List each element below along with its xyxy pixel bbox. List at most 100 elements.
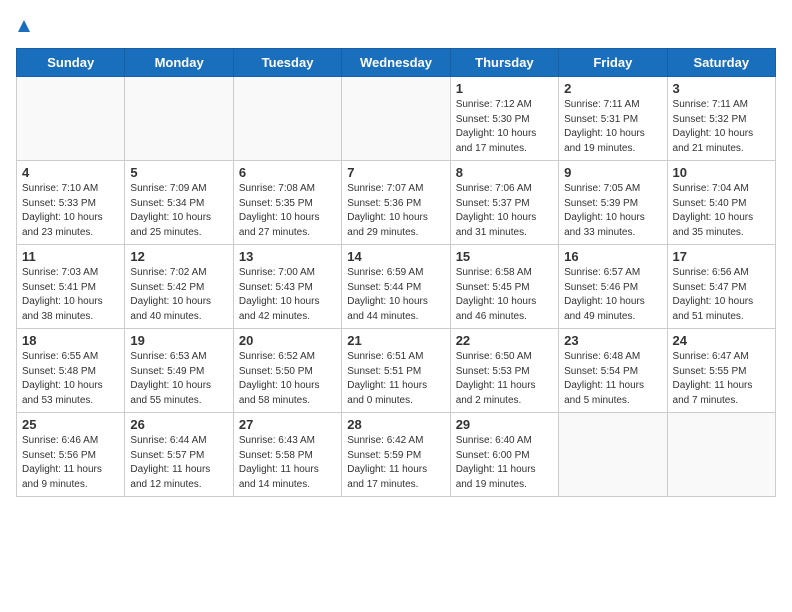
calendar-cell: 15 Sunrise: 6:58 AM Sunset: 5:45 PM Dayli… (450, 245, 558, 329)
calendar-cell: 23 Sunrise: 6:48 AM Sunset: 5:54 PM Dayli… (559, 329, 667, 413)
day-info: Sunrise: 6:48 AM Sunset: 5:54 PM Dayligh… (564, 350, 661, 408)
day-info: Sunrise: 6:56 AM Sunset: 5:47 PM Dayligh… (673, 266, 770, 324)
day-number: 7 (347, 165, 444, 180)
column-header-thursday: Thursday (450, 49, 558, 77)
day-number: 5 (130, 165, 227, 180)
calendar-cell (125, 77, 233, 161)
day-info: Sunrise: 6:40 AM Sunset: 6:00 PM Dayligh… (456, 434, 553, 492)
day-info: Sunrise: 6:52 AM Sunset: 5:50 PM Dayligh… (239, 350, 336, 408)
calendar-cell: 27Sunrise: 6:43 AM Sunset: 5:58 PM Dayli… (233, 413, 341, 497)
day-info: Sunrise: 7:10 AM Sunset: 5:33 PM Dayligh… (22, 182, 119, 240)
calendar-cell: 18 Sunrise: 6:55 AM Sunset: 5:48 PM Dayli… (17, 329, 125, 413)
logo-icon (17, 19, 31, 33)
day-number: 22 (456, 333, 553, 348)
calendar-cell: 20Sunrise: 6:52 AM Sunset: 5:50 PM Dayli… (233, 329, 341, 413)
calendar-cell: 26Sunrise: 6:44 AM Sunset: 5:57 PM Dayli… (125, 413, 233, 497)
day-number: 15 (456, 249, 553, 264)
calendar-cell: 19 Sunrise: 6:53 AM Sunset: 5:49 PM Dayli… (125, 329, 233, 413)
day-number: 9 (564, 165, 661, 180)
calendar-week-row: 18 Sunrise: 6:55 AM Sunset: 5:48 PM Dayli… (17, 329, 776, 413)
day-info: Sunrise: 6:58 AM Sunset: 5:45 PM Dayligh… (456, 266, 553, 324)
day-number: 26 (130, 417, 227, 432)
day-info: Sunrise: 6:51 AM Sunset: 5:51 PM Dayligh… (347, 350, 444, 408)
day-info: Sunrise: 6:47 AM Sunset: 5:55 PM Dayligh… (673, 350, 770, 408)
column-header-sunday: Sunday (17, 49, 125, 77)
calendar-cell: 4 Sunrise: 7:10 AM Sunset: 5:33 PM Daylig… (17, 161, 125, 245)
day-number: 1 (456, 81, 553, 96)
calendar-table: SundayMondayTuesdayWednesdayThursdayFrid… (16, 48, 776, 497)
day-info: Sunrise: 6:50 AM Sunset: 5:53 PM Dayligh… (456, 350, 553, 408)
column-header-tuesday: Tuesday (233, 49, 341, 77)
day-info: Sunrise: 6:55 AM Sunset: 5:48 PM Dayligh… (22, 350, 119, 408)
column-header-monday: Monday (125, 49, 233, 77)
day-info: Sunrise: 7:04 AM Sunset: 5:40 PM Dayligh… (673, 182, 770, 240)
calendar-week-row: 25 Sunrise: 6:46 AM Sunset: 5:56 PM Dayli… (17, 413, 776, 497)
calendar-week-row: 1 Sunrise: 7:12 AM Sunset: 5:30 PM Daylig… (17, 77, 776, 161)
day-info: Sunrise: 7:08 AM Sunset: 5:35 PM Dayligh… (239, 182, 336, 240)
day-info: Sunrise: 7:05 AM Sunset: 5:39 PM Dayligh… (564, 182, 661, 240)
day-number: 24 (673, 333, 770, 348)
day-info: Sunrise: 6:46 AM Sunset: 5:56 PM Dayligh… (22, 434, 119, 492)
calendar-cell: 2 Sunrise: 7:11 AM Sunset: 5:31 PM Daylig… (559, 77, 667, 161)
day-info: Sunrise: 7:09 AM Sunset: 5:34 PM Dayligh… (130, 182, 227, 240)
day-number: 11 (22, 249, 119, 264)
calendar-cell: 1 Sunrise: 7:12 AM Sunset: 5:30 PM Daylig… (450, 77, 558, 161)
day-info: Sunrise: 7:07 AM Sunset: 5:36 PM Dayligh… (347, 182, 444, 240)
column-header-wednesday: Wednesday (342, 49, 450, 77)
calendar-cell: 24 Sunrise: 6:47 AM Sunset: 5:55 PM Dayli… (667, 329, 775, 413)
day-number: 28 (347, 417, 444, 432)
calendar-cell: 25 Sunrise: 6:46 AM Sunset: 5:56 PM Dayli… (17, 413, 125, 497)
day-number: 21 (347, 333, 444, 348)
calendar-cell: 8 Sunrise: 7:06 AM Sunset: 5:37 PM Daylig… (450, 161, 558, 245)
day-number: 6 (239, 165, 336, 180)
calendar-cell: 7 Sunrise: 7:07 AM Sunset: 5:36 PM Daylig… (342, 161, 450, 245)
day-info: Sunrise: 6:43 AM Sunset: 5:58 PM Dayligh… (239, 434, 336, 492)
calendar-header-row: SundayMondayTuesdayWednesdayThursdayFrid… (17, 49, 776, 77)
day-number: 8 (456, 165, 553, 180)
calendar-cell: 13 Sunrise: 7:00 AM Sunset: 5:43 PM Dayli… (233, 245, 341, 329)
day-number: 10 (673, 165, 770, 180)
logo (16, 16, 31, 36)
page-header (16, 16, 776, 36)
day-number: 17 (673, 249, 770, 264)
column-header-friday: Friday (559, 49, 667, 77)
day-info: Sunrise: 6:53 AM Sunset: 5:49 PM Dayligh… (130, 350, 227, 408)
day-number: 2 (564, 81, 661, 96)
calendar-cell: 29 Sunrise: 6:40 AM Sunset: 6:00 PM Dayli… (450, 413, 558, 497)
day-info: Sunrise: 7:11 AM Sunset: 5:32 PM Dayligh… (673, 98, 770, 156)
day-number: 4 (22, 165, 119, 180)
calendar-cell: 9 Sunrise: 7:05 AM Sunset: 5:39 PM Daylig… (559, 161, 667, 245)
day-info: Sunrise: 7:06 AM Sunset: 5:37 PM Dayligh… (456, 182, 553, 240)
calendar-week-row: 11Sunrise: 7:03 AM Sunset: 5:41 PM Dayli… (17, 245, 776, 329)
calendar-cell: 21 Sunrise: 6:51 AM Sunset: 5:51 PM Dayli… (342, 329, 450, 413)
calendar-cell: 3 Sunrise: 7:11 AM Sunset: 5:32 PM Daylig… (667, 77, 775, 161)
calendar-cell (667, 413, 775, 497)
calendar-cell: 6 Sunrise: 7:08 AM Sunset: 5:35 PM Daylig… (233, 161, 341, 245)
day-info: Sunrise: 6:59 AM Sunset: 5:44 PM Dayligh… (347, 266, 444, 324)
day-number: 13 (239, 249, 336, 264)
calendar-cell: 5 Sunrise: 7:09 AM Sunset: 5:34 PM Daylig… (125, 161, 233, 245)
calendar-cell: 11Sunrise: 7:03 AM Sunset: 5:41 PM Dayli… (17, 245, 125, 329)
calendar-cell (559, 413, 667, 497)
calendar-cell: 10 Sunrise: 7:04 AM Sunset: 5:40 PM Dayli… (667, 161, 775, 245)
column-header-saturday: Saturday (667, 49, 775, 77)
day-number: 29 (456, 417, 553, 432)
day-number: 19 (130, 333, 227, 348)
day-info: Sunrise: 7:02 AM Sunset: 5:42 PM Dayligh… (130, 266, 227, 324)
calendar-cell: 17 Sunrise: 6:56 AM Sunset: 5:47 PM Dayli… (667, 245, 775, 329)
day-number: 23 (564, 333, 661, 348)
day-number: 18 (22, 333, 119, 348)
calendar-cell (233, 77, 341, 161)
day-number: 16 (564, 249, 661, 264)
day-info: Sunrise: 7:11 AM Sunset: 5:31 PM Dayligh… (564, 98, 661, 156)
calendar-cell: 12Sunrise: 7:02 AM Sunset: 5:42 PM Dayli… (125, 245, 233, 329)
day-info: Sunrise: 7:12 AM Sunset: 5:30 PM Dayligh… (456, 98, 553, 156)
calendar-cell: 14Sunrise: 6:59 AM Sunset: 5:44 PM Dayli… (342, 245, 450, 329)
day-info: Sunrise: 6:57 AM Sunset: 5:46 PM Dayligh… (564, 266, 661, 324)
day-number: 3 (673, 81, 770, 96)
calendar-cell: 28Sunrise: 6:42 AM Sunset: 5:59 PM Dayli… (342, 413, 450, 497)
day-info: Sunrise: 7:00 AM Sunset: 5:43 PM Dayligh… (239, 266, 336, 324)
calendar-cell (17, 77, 125, 161)
calendar-cell: 22 Sunrise: 6:50 AM Sunset: 5:53 PM Dayli… (450, 329, 558, 413)
day-number: 25 (22, 417, 119, 432)
